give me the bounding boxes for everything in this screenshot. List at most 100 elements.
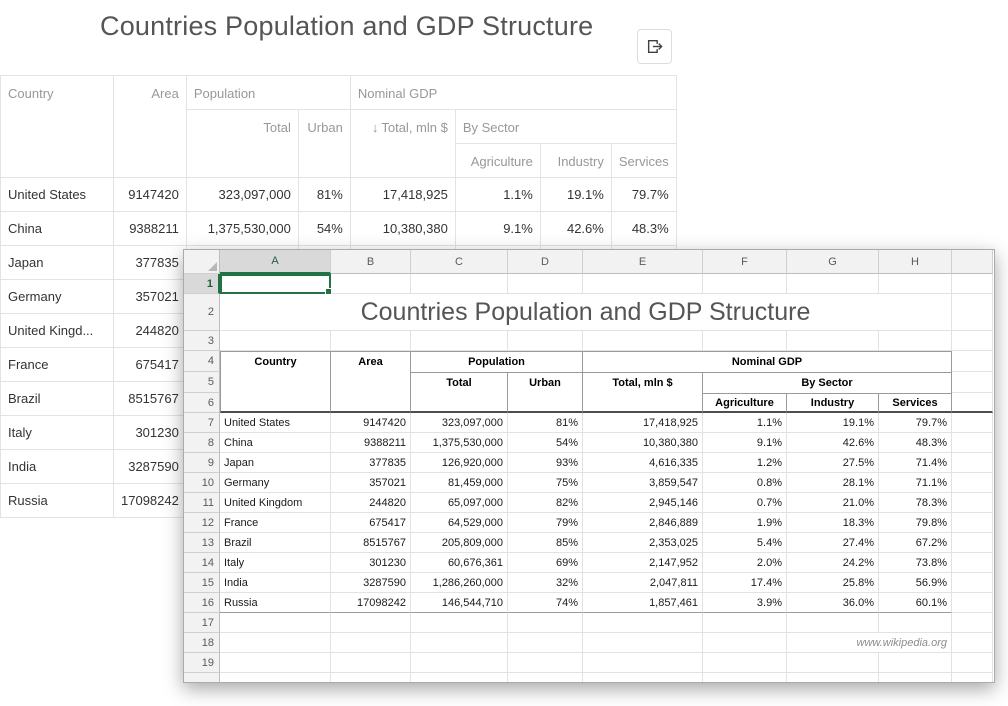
sheet-cell: 17.4% — [703, 573, 787, 593]
sheet-cell — [411, 633, 508, 653]
sheet-footer-row: 18www.wikipedia.org — [184, 633, 994, 653]
sheet-cell — [331, 613, 411, 633]
grid-cell-area: 9147420 — [114, 178, 187, 212]
sheet-cell — [952, 453, 993, 473]
grid-cell-services: 48.3% — [611, 212, 676, 246]
sheet-cell — [583, 613, 703, 633]
grid-cell-agriculture: 1.1% — [455, 178, 540, 212]
sheet-title: Countries Population and GDP Structure — [220, 294, 952, 331]
sheet-cell: 28.1% — [787, 473, 879, 493]
column-header-agriculture[interactable]: Agriculture — [455, 144, 540, 178]
sheet-cell: 1.2% — [703, 453, 787, 473]
sheet-cell — [411, 331, 508, 351]
sheet-cell: 0.7% — [703, 493, 787, 513]
sheet-row-header-2: 2 — [184, 294, 220, 331]
sheet-cell: 323,097,000 — [411, 413, 508, 433]
sheet-cell: 25.8% — [787, 573, 879, 593]
sheet-row: 17 — [184, 613, 994, 633]
grid-cell-area: 17098242 — [114, 484, 187, 518]
sheet-cell — [703, 653, 787, 673]
sheet-cell: 81% — [508, 413, 583, 433]
sheet-row-header-19: 19 — [184, 653, 220, 673]
sheet-cell: 74% — [508, 593, 583, 613]
sheet-cell — [787, 673, 879, 683]
sheet-cell — [787, 653, 879, 673]
column-header-country[interactable]: Country — [1, 76, 114, 178]
column-header-industry[interactable]: Industry — [540, 144, 611, 178]
sheet-header-row: 4CountryAreaPopulationNominal GDP — [184, 351, 994, 372]
sheet-cell — [952, 633, 993, 653]
column-header-total-mln[interactable]: ↓Total, mln $ — [350, 110, 455, 178]
sheet-header-nominal-gdp: Nominal GDP — [583, 351, 952, 372]
grid-cell-area: 377835 — [114, 246, 187, 280]
sheet-cell — [220, 613, 331, 633]
sheet-cell: 85% — [508, 533, 583, 553]
sheet-cell — [952, 351, 993, 372]
grid-data-row[interactable]: China93882111,375,530,00054%10,380,3809.… — [1, 212, 677, 246]
sheet-cell: 82% — [508, 493, 583, 513]
sheet-header-by-sector: By Sector — [703, 372, 952, 393]
sheet-cell — [220, 633, 331, 653]
sheet-cell: 4,616,335 — [583, 453, 703, 473]
sheet-cell: 79.7% — [879, 413, 952, 433]
sheet-cell — [952, 593, 993, 613]
band-header-nominal-gdp: Nominal GDP — [350, 76, 676, 110]
sheet-cell: 301230 — [331, 553, 411, 573]
sheet-cell — [508, 274, 583, 294]
sheet-cell: 8515767 — [331, 533, 411, 553]
grid-cell-country: Japan — [1, 246, 114, 280]
grid-cell-population-total: 323,097,000 — [186, 178, 298, 212]
sheet-cell — [952, 393, 993, 413]
column-header-total-mln-label: Total, mln $ — [381, 120, 447, 135]
sheet-cell — [411, 613, 508, 633]
sheet-header-total: Total — [411, 372, 508, 393]
grid-cell-area: 357021 — [114, 280, 187, 314]
sheet-column-header-A: A — [220, 250, 331, 274]
sheet-cell: 377835 — [331, 453, 411, 473]
sheet-cell: Russia — [220, 593, 331, 613]
sheet-column-header-row: ABCDEFGH — [184, 250, 994, 274]
export-button[interactable] — [637, 29, 672, 64]
sheet-header-country: Country — [220, 351, 331, 372]
sheet-cell: 78.3% — [879, 493, 952, 513]
grid-cell-area: 8515767 — [114, 382, 187, 416]
column-header-total[interactable]: Total — [186, 110, 298, 178]
sheet-row-header-13: 13 — [184, 533, 220, 553]
band-header-population: Population — [186, 76, 350, 110]
sheet-cell — [220, 331, 331, 351]
sheet-cell — [508, 393, 583, 413]
sheet-cell: 0.8% — [703, 473, 787, 493]
sheet-cell — [583, 393, 703, 413]
sheet-cell: 21.0% — [787, 493, 879, 513]
grid-cell-country: Russia — [1, 484, 114, 518]
sheet-data-row: 15India32875901,286,260,00032%2,047,8111… — [184, 573, 994, 593]
sheet-cell: Germany — [220, 473, 331, 493]
sheet-data-row: 9Japan377835126,920,00093%4,616,3351.2%2… — [184, 453, 994, 473]
sheet-cell: 126,920,000 — [411, 453, 508, 473]
sheet-cell — [952, 372, 993, 393]
sheet-cell — [952, 493, 993, 513]
sheet-cell: 9388211 — [331, 433, 411, 453]
column-header-area[interactable]: Area — [114, 76, 187, 178]
column-header-services[interactable]: Services — [611, 144, 676, 178]
sheet-cell: 3,859,547 — [583, 473, 703, 493]
sheet-row-header-18: 18 — [184, 633, 220, 653]
sheet-cell — [220, 393, 331, 413]
sheet-row-header-15: 15 — [184, 573, 220, 593]
column-header-urban[interactable]: Urban — [298, 110, 350, 178]
sheet-column-header-D: D — [508, 250, 583, 274]
sheet-cell — [952, 573, 993, 593]
grid-data-row[interactable]: United States9147420323,097,00081%17,418… — [1, 178, 677, 212]
sheet-row-header-6: 6 — [184, 393, 220, 413]
sheet-cell — [952, 274, 993, 294]
sheet-cell: 69% — [508, 553, 583, 573]
sheet-row: 3 — [184, 331, 994, 351]
sheet-cell: 79.8% — [879, 513, 952, 533]
grid-cell-agriculture: 9.1% — [455, 212, 540, 246]
sheet-cell: 10,380,380 — [583, 433, 703, 453]
sheet-cell: 9.1% — [703, 433, 787, 453]
sheet-row: 19 — [184, 653, 994, 673]
sheet-cell — [952, 433, 993, 453]
sheet-header-row: 6AgricultureIndustryServices — [184, 393, 994, 413]
sheet-cell: India — [220, 573, 331, 593]
